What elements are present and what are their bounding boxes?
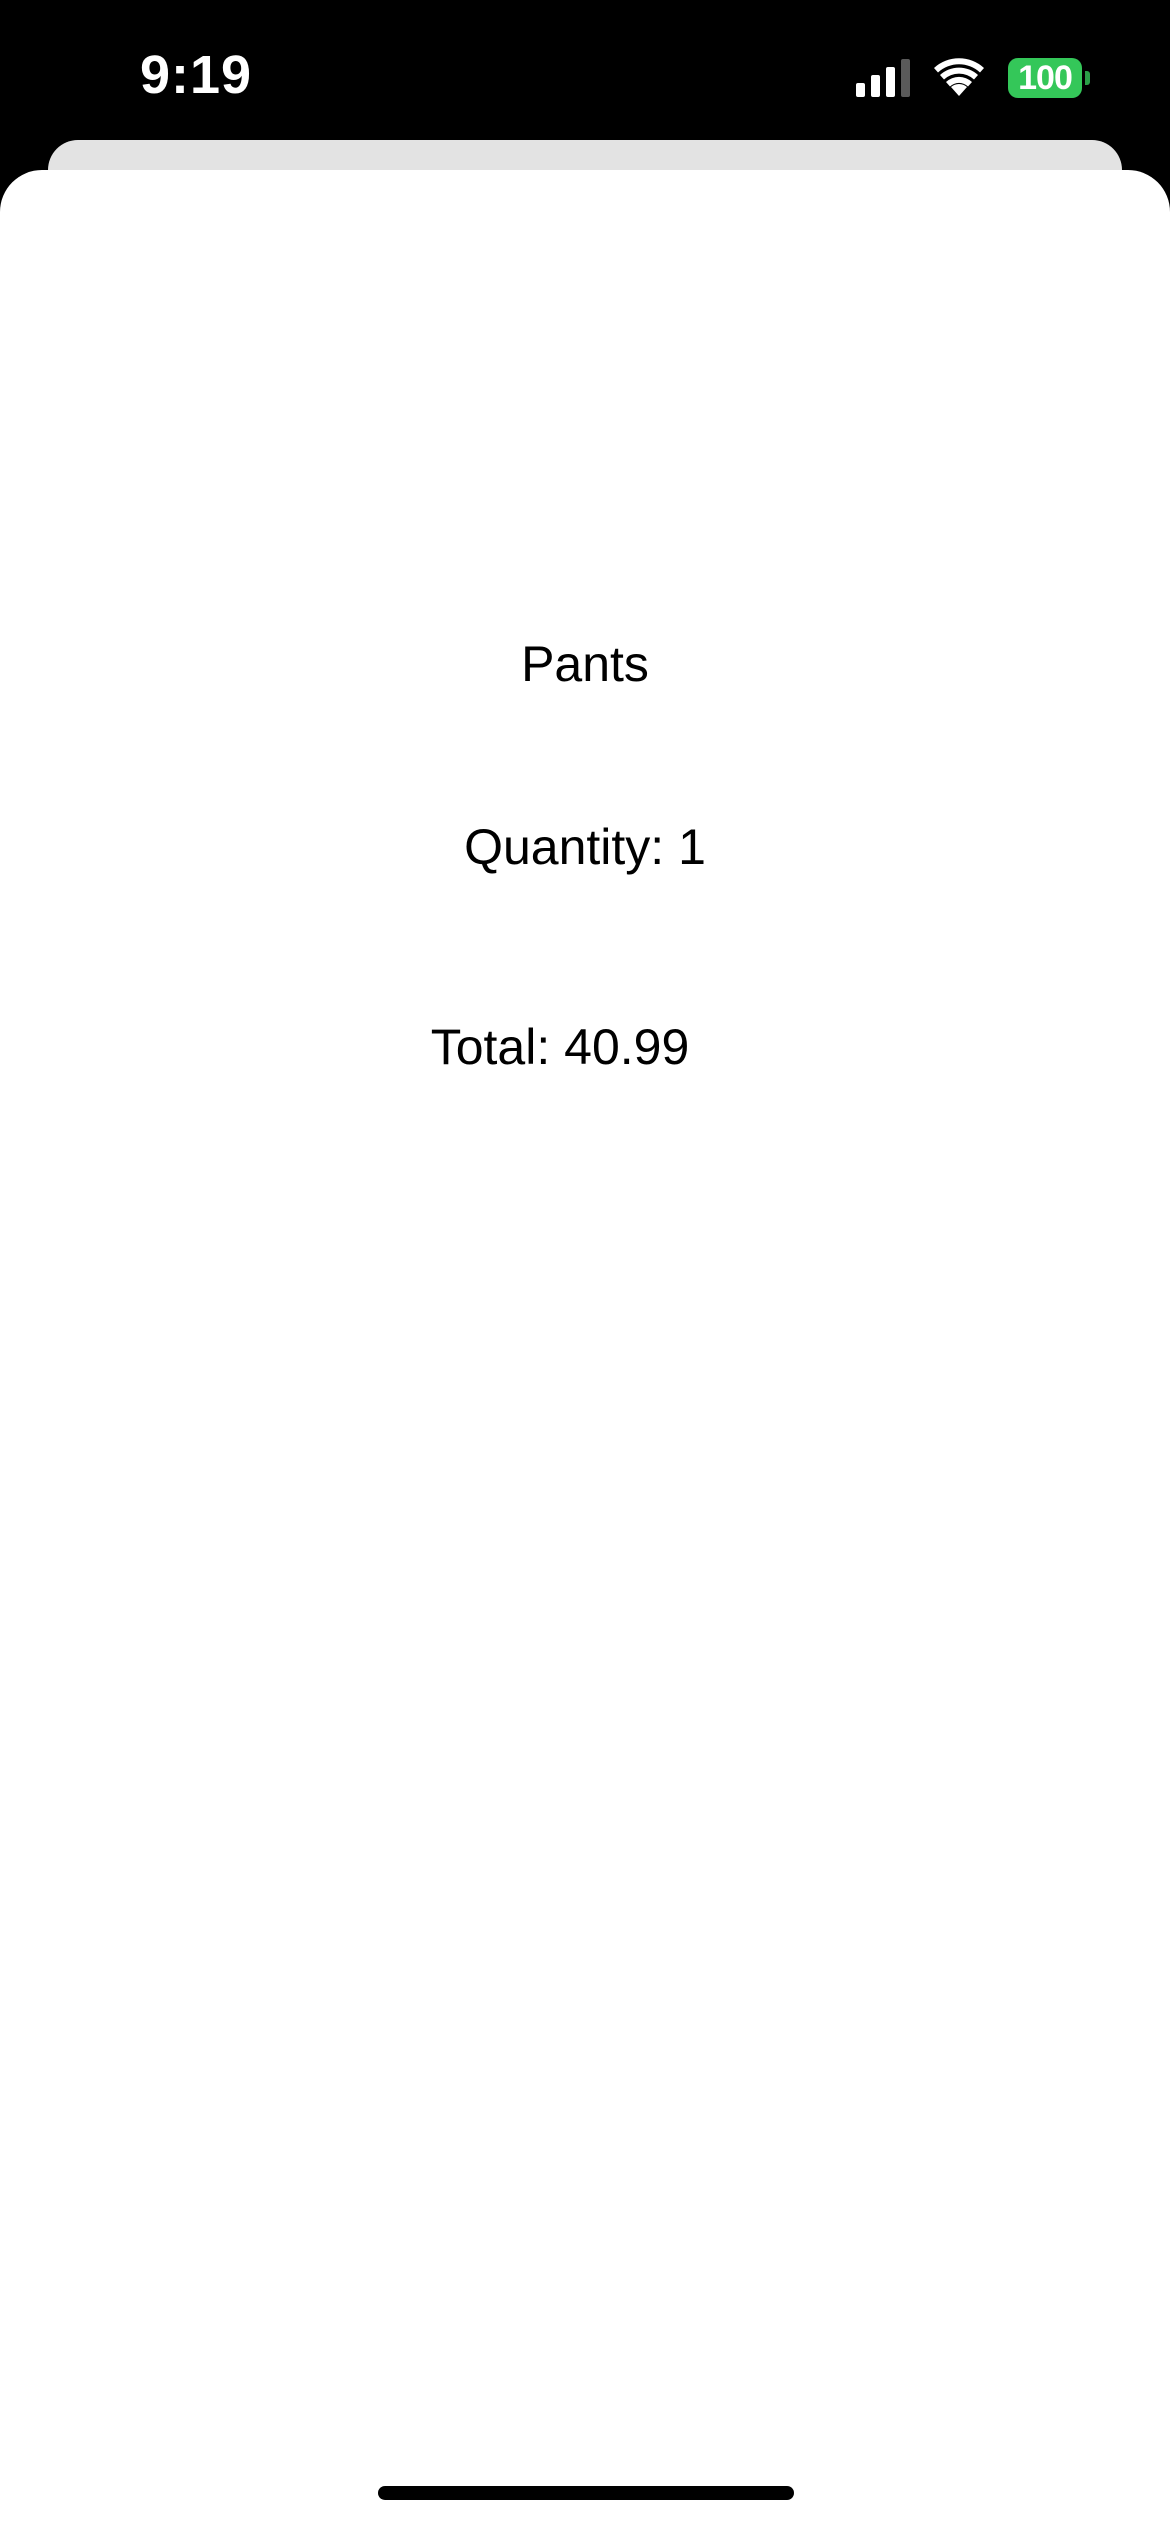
total-label: Total: 40.99 — [430, 1019, 690, 1075]
quantity-label: Quantity: 1 — [464, 819, 706, 875]
order-detail-sheet — [0, 170, 1170, 2532]
product-name: Pants — [521, 636, 649, 692]
wifi-icon — [932, 58, 986, 98]
status-bar: 9:19 100 — [0, 0, 1170, 140]
app-screen: 9:19 100 Pants Quantity: 1 Total: 40.99 — [0, 0, 1170, 2532]
battery-icon: 100 — [1008, 58, 1090, 98]
cellular-signal-icon — [856, 59, 910, 97]
home-indicator[interactable] — [378, 2486, 794, 2500]
status-indicators: 100 — [856, 56, 1090, 100]
battery-cap — [1085, 71, 1090, 85]
status-time: 9:19 — [140, 45, 253, 105]
battery-level: 100 — [1008, 58, 1082, 98]
